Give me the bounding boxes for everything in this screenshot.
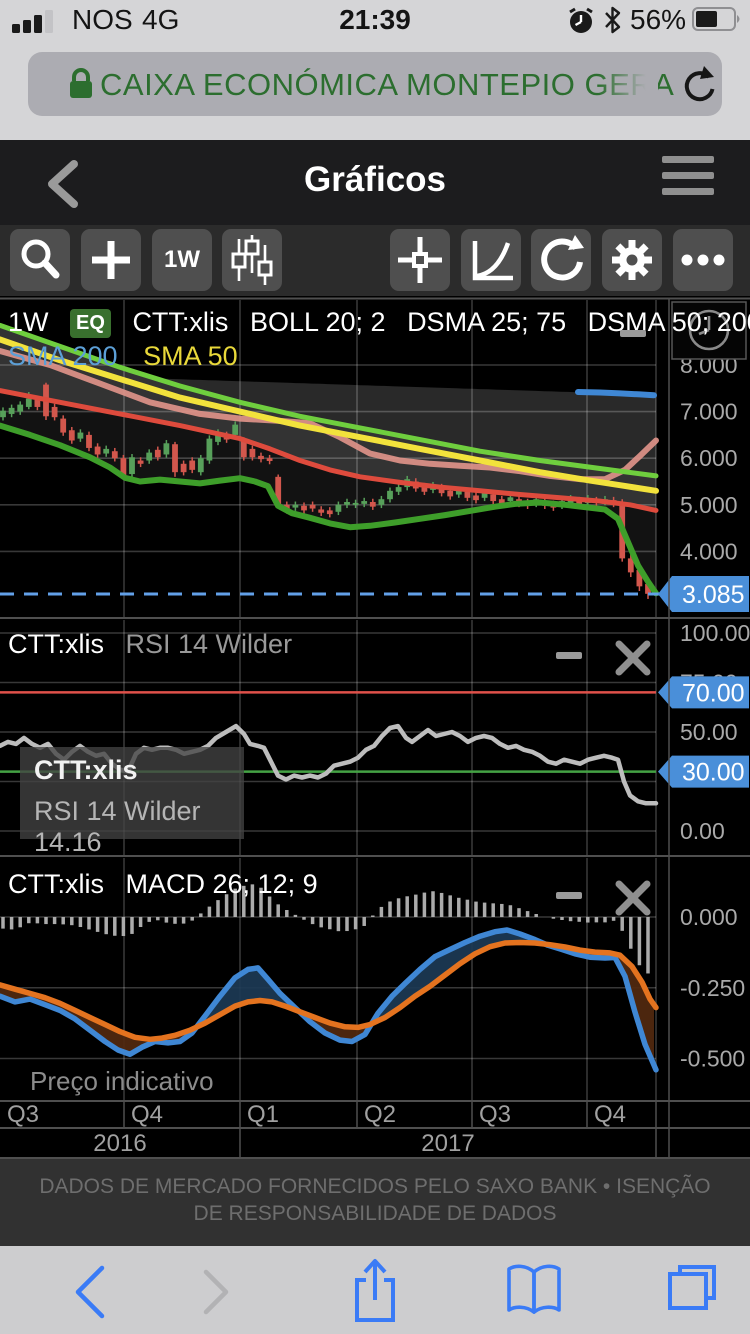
svg-text:70.00: 70.00 — [682, 679, 745, 707]
macd-close-button[interactable] — [613, 878, 653, 918]
svg-text:-0.500: -0.500 — [680, 1046, 745, 1072]
svg-text:-0.250: -0.250 — [680, 975, 745, 1001]
main-symbol: CTT:xlis — [132, 307, 228, 337]
rsi-panel-header: CTT:xlis RSI 14 Wilder — [8, 629, 306, 660]
svg-text:100.00: 100.00 — [680, 620, 750, 646]
svg-text:2017: 2017 — [421, 1130, 474, 1157]
macd-minimize-button[interactable] — [556, 892, 582, 899]
rsi-tooltip-symbol: CTT:xlis — [34, 755, 230, 786]
indicator-dsma1: DSMA 25; 75 — [407, 307, 566, 337]
sma50-label: SMA 50 — [143, 341, 238, 371]
indicator-dsma2: DSMA 50; 200 — [588, 307, 750, 337]
rsi-close-button[interactable] — [613, 638, 653, 678]
svg-text:Q3: Q3 — [7, 1101, 39, 1128]
svg-text:50.00: 50.00 — [680, 719, 738, 745]
svg-text:3.085: 3.085 — [682, 581, 745, 609]
svg-text:Q4: Q4 — [131, 1101, 163, 1128]
macd-panel-header: CTT:xlis MACD 26; 12; 9 — [8, 869, 332, 900]
svg-text:4.000: 4.000 — [680, 538, 738, 564]
svg-text:6.000: 6.000 — [680, 445, 738, 471]
svg-text:Q4: Q4 — [594, 1101, 626, 1128]
svg-text:0.00: 0.00 — [680, 818, 725, 844]
svg-text:Q1: Q1 — [247, 1101, 279, 1128]
rsi-symbol: CTT:xlis — [8, 629, 104, 659]
iphone-screen: NOS 4G 21:39 56% CAIXA ECONÓMICA MONTEPI… — [0, 0, 750, 1334]
rsi-tooltip-value: RSI 14 Wilder 14.16 — [34, 796, 230, 858]
main-chart-legend: SMA 200 SMA 50 — [8, 341, 238, 372]
svg-text:Q2: Q2 — [364, 1101, 396, 1128]
main-interval: 1W — [8, 307, 49, 337]
svg-text:30.00: 30.00 — [682, 759, 745, 787]
svg-text:Q3: Q3 — [479, 1101, 511, 1128]
svg-text:5.000: 5.000 — [680, 492, 738, 518]
svg-text:7.000: 7.000 — [680, 399, 738, 425]
svg-text:2016: 2016 — [93, 1130, 146, 1157]
svg-text:0.000: 0.000 — [680, 904, 738, 930]
sma200-label: SMA 200 — [8, 341, 118, 371]
macd-name: MACD 26; 12; 9 — [126, 869, 318, 899]
macd-symbol: CTT:xlis — [8, 869, 104, 899]
rsi-name: RSI 14 Wilder — [126, 629, 293, 659]
equity-badge: EQ — [70, 309, 111, 338]
rsi-tooltip: CTT:xlis RSI 14 Wilder 14.16 — [20, 747, 244, 839]
main-minimize-button[interactable] — [620, 330, 646, 337]
rsi-minimize-button[interactable] — [556, 652, 582, 659]
indicator-boll: BOLL 20; 2 — [250, 307, 386, 337]
indicative-price-note: Preço indicativo — [30, 1066, 214, 1097]
